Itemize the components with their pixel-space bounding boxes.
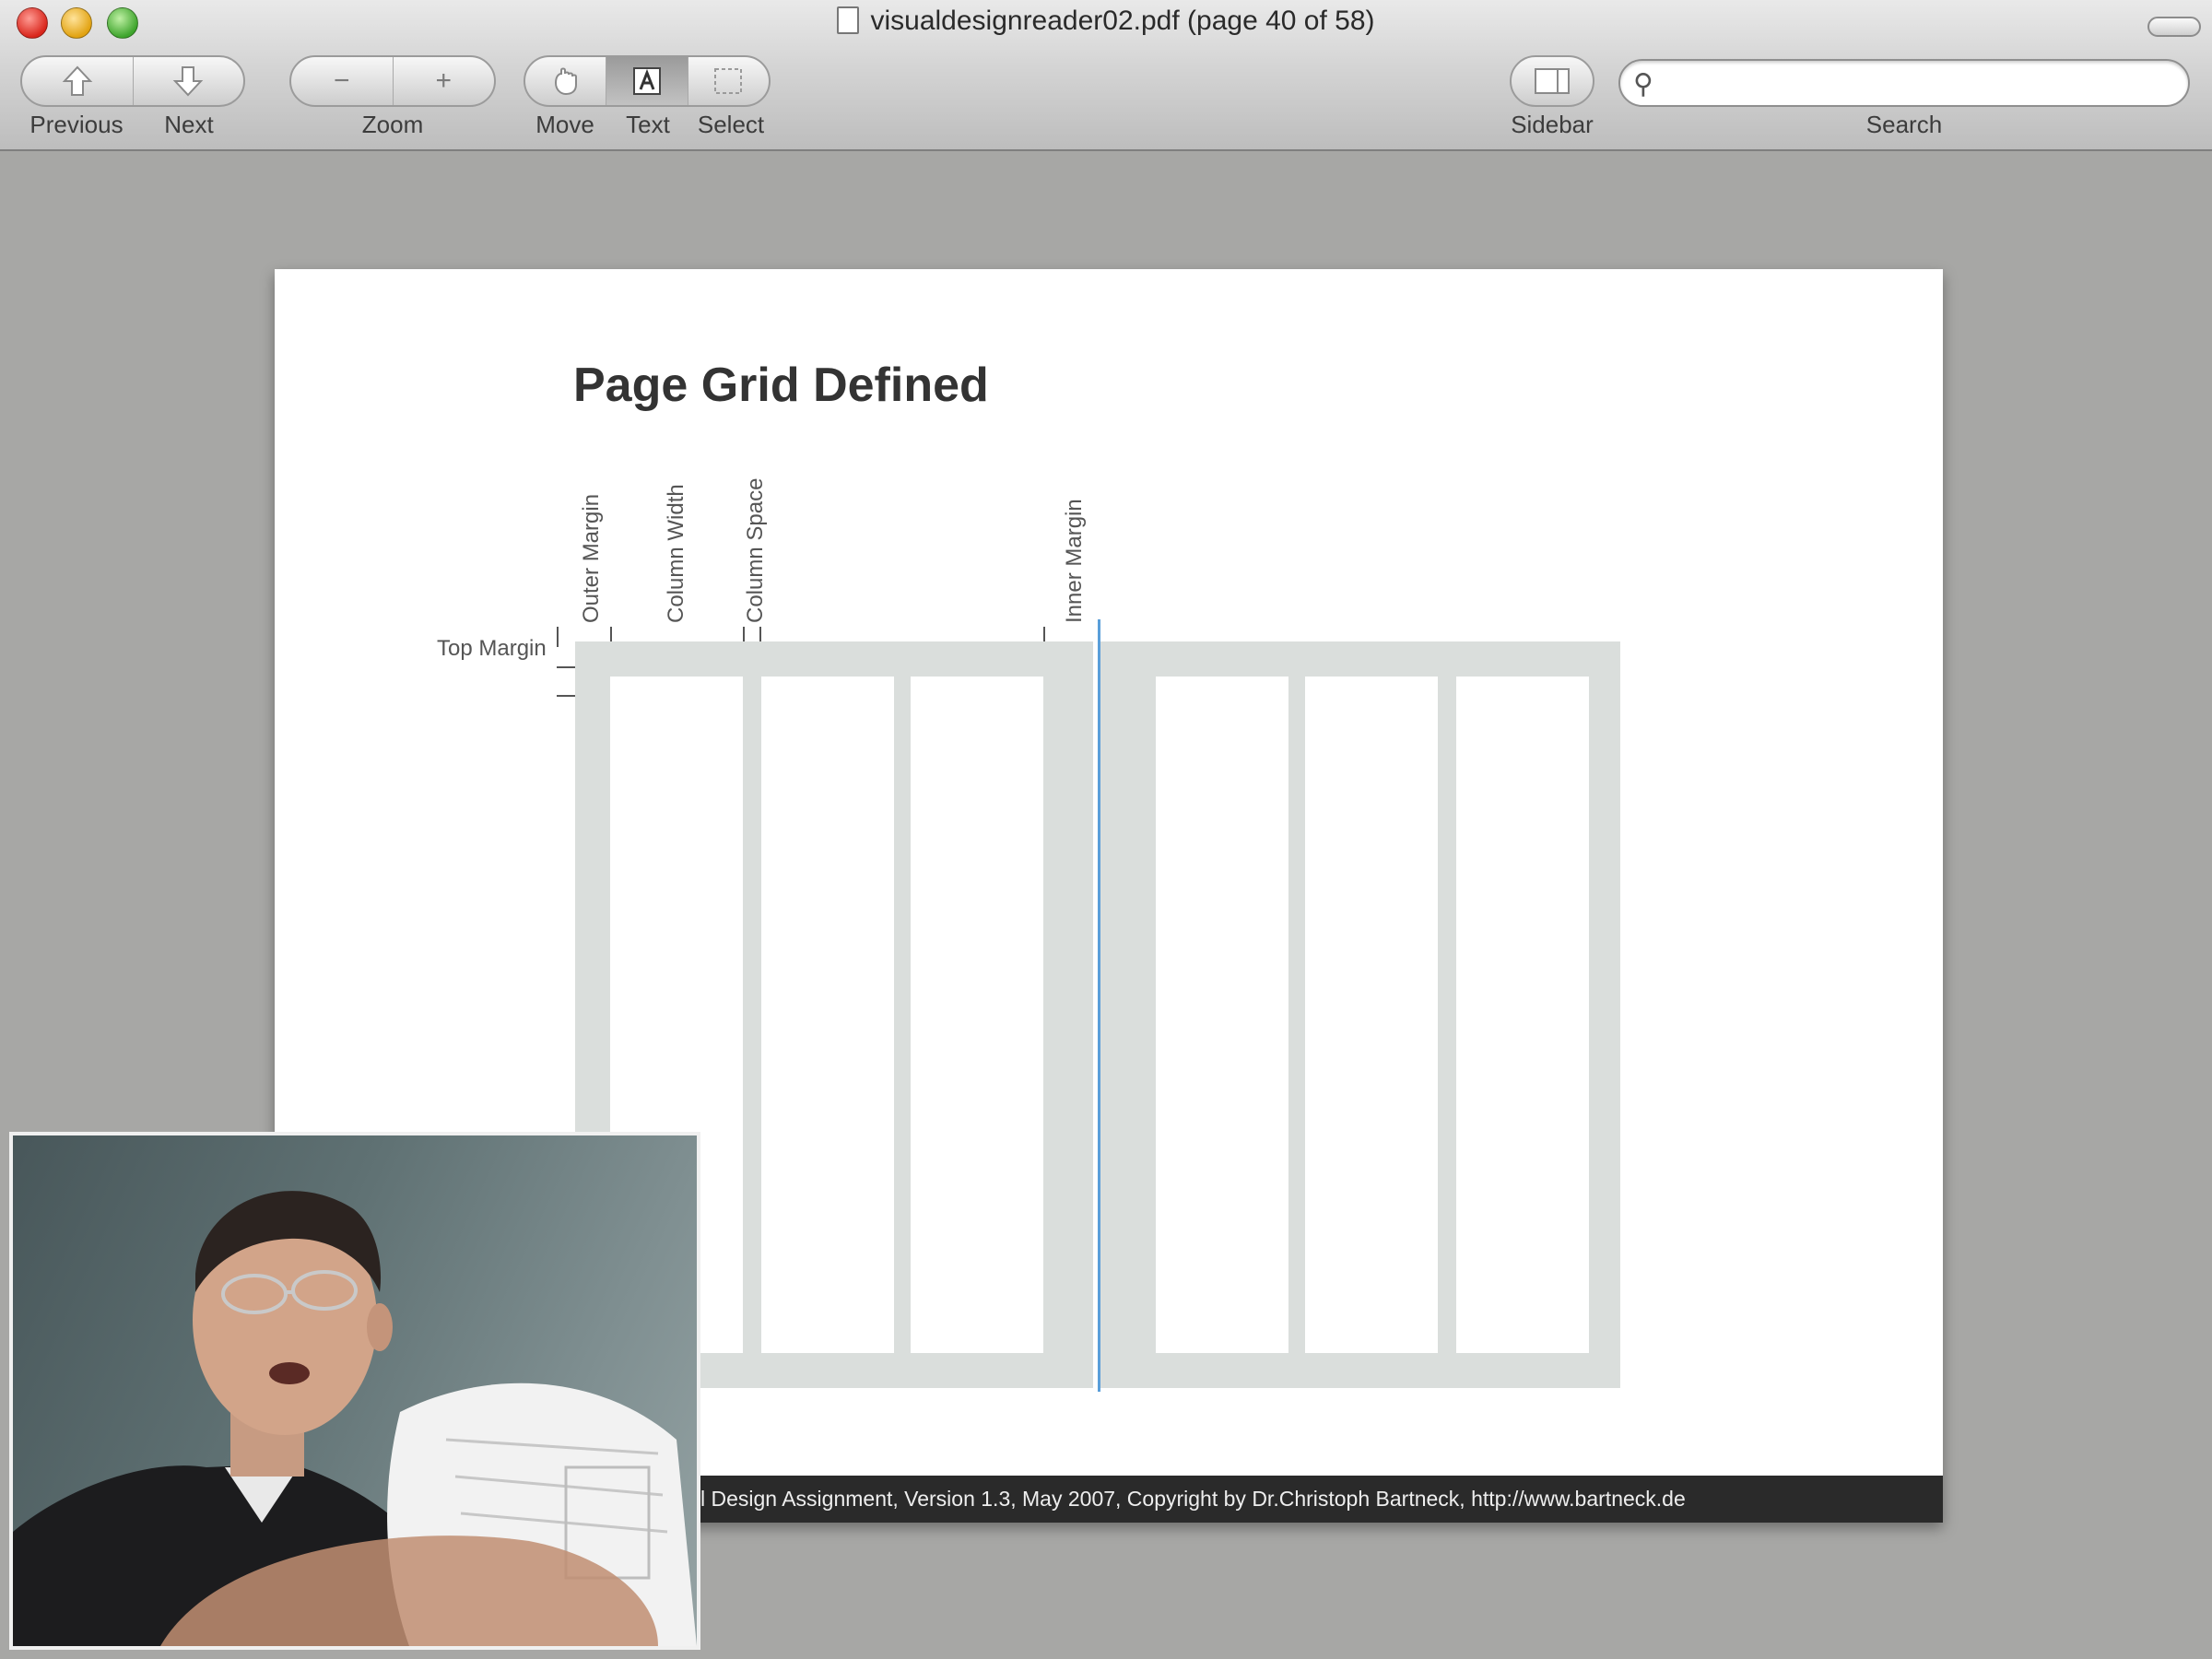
inner-margin-label: Inner Margin <box>1062 499 1087 623</box>
search-label: Search <box>1865 111 1943 138</box>
move-label: Move <box>535 111 594 138</box>
arrow-down-icon <box>172 66 204 97</box>
column-space-label: Column Space <box>743 477 768 623</box>
previous-page-button[interactable] <box>22 57 134 105</box>
top-margin-label: Top Margin <box>437 636 547 661</box>
hand-icon <box>554 67 577 96</box>
zoom-control: − + <box>289 55 496 107</box>
page-navigation-control <box>20 55 245 107</box>
marquee-select-icon <box>714 68 743 94</box>
window-toolbar: visualdesignreader02.pdf (page 40 of 58)… <box>0 0 2212 151</box>
select-tool-button[interactable] <box>688 57 769 105</box>
move-tool-button[interactable] <box>525 57 607 105</box>
page-title: Page Grid Defined <box>573 359 989 412</box>
zoom-label: Zoom <box>361 111 424 138</box>
webcam-video-overlay <box>9 1132 700 1650</box>
text-cursor-icon <box>632 67 661 95</box>
sidebar-button[interactable] <box>1512 57 1593 105</box>
tool-mode-control <box>524 55 771 107</box>
next-label: Next <box>164 111 214 138</box>
text-label: Text <box>626 111 670 138</box>
grid-column <box>911 677 1043 1353</box>
outer-margin-label: Outer Margin <box>579 493 604 623</box>
column-width-label: Column Width <box>664 484 688 623</box>
grid-column <box>1305 677 1438 1353</box>
arrow-up-icon <box>62 65 93 96</box>
outer-margin-tick <box>557 627 559 647</box>
plus-icon: + <box>435 65 453 96</box>
zoom-in-button[interactable]: + <box>394 57 495 105</box>
search-field[interactable]: ⚲ <box>1618 59 2190 107</box>
window-title: visualdesignreader02.pdf (page 40 of 58) <box>0 6 2212 37</box>
grid-column <box>761 677 894 1353</box>
pdf-document-icon <box>837 6 860 34</box>
sidebar-toggle[interactable] <box>1510 55 1594 107</box>
text-tool-button[interactable] <box>606 57 688 105</box>
search-icon: ⚲ <box>1633 69 1653 100</box>
sidebar-label: Sidebar <box>1511 111 1594 138</box>
sidebar-icon <box>1535 68 1570 94</box>
next-page-button[interactable] <box>134 57 244 105</box>
presenter-video-image <box>13 1191 697 1646</box>
spine-guide-line <box>1098 619 1100 1392</box>
zoom-out-button[interactable]: − <box>291 57 394 105</box>
previous-label: Previous <box>29 111 124 138</box>
toolbar-toggle-button[interactable] <box>2147 17 2201 37</box>
window-title-text: visualdesignreader02.pdf (page 40 of 58) <box>870 6 1375 36</box>
grid-column <box>1456 677 1589 1353</box>
minus-icon: − <box>333 65 350 96</box>
select-label: Select <box>697 111 765 138</box>
grid-column <box>1156 677 1288 1353</box>
search-input[interactable] <box>1677 66 2175 100</box>
